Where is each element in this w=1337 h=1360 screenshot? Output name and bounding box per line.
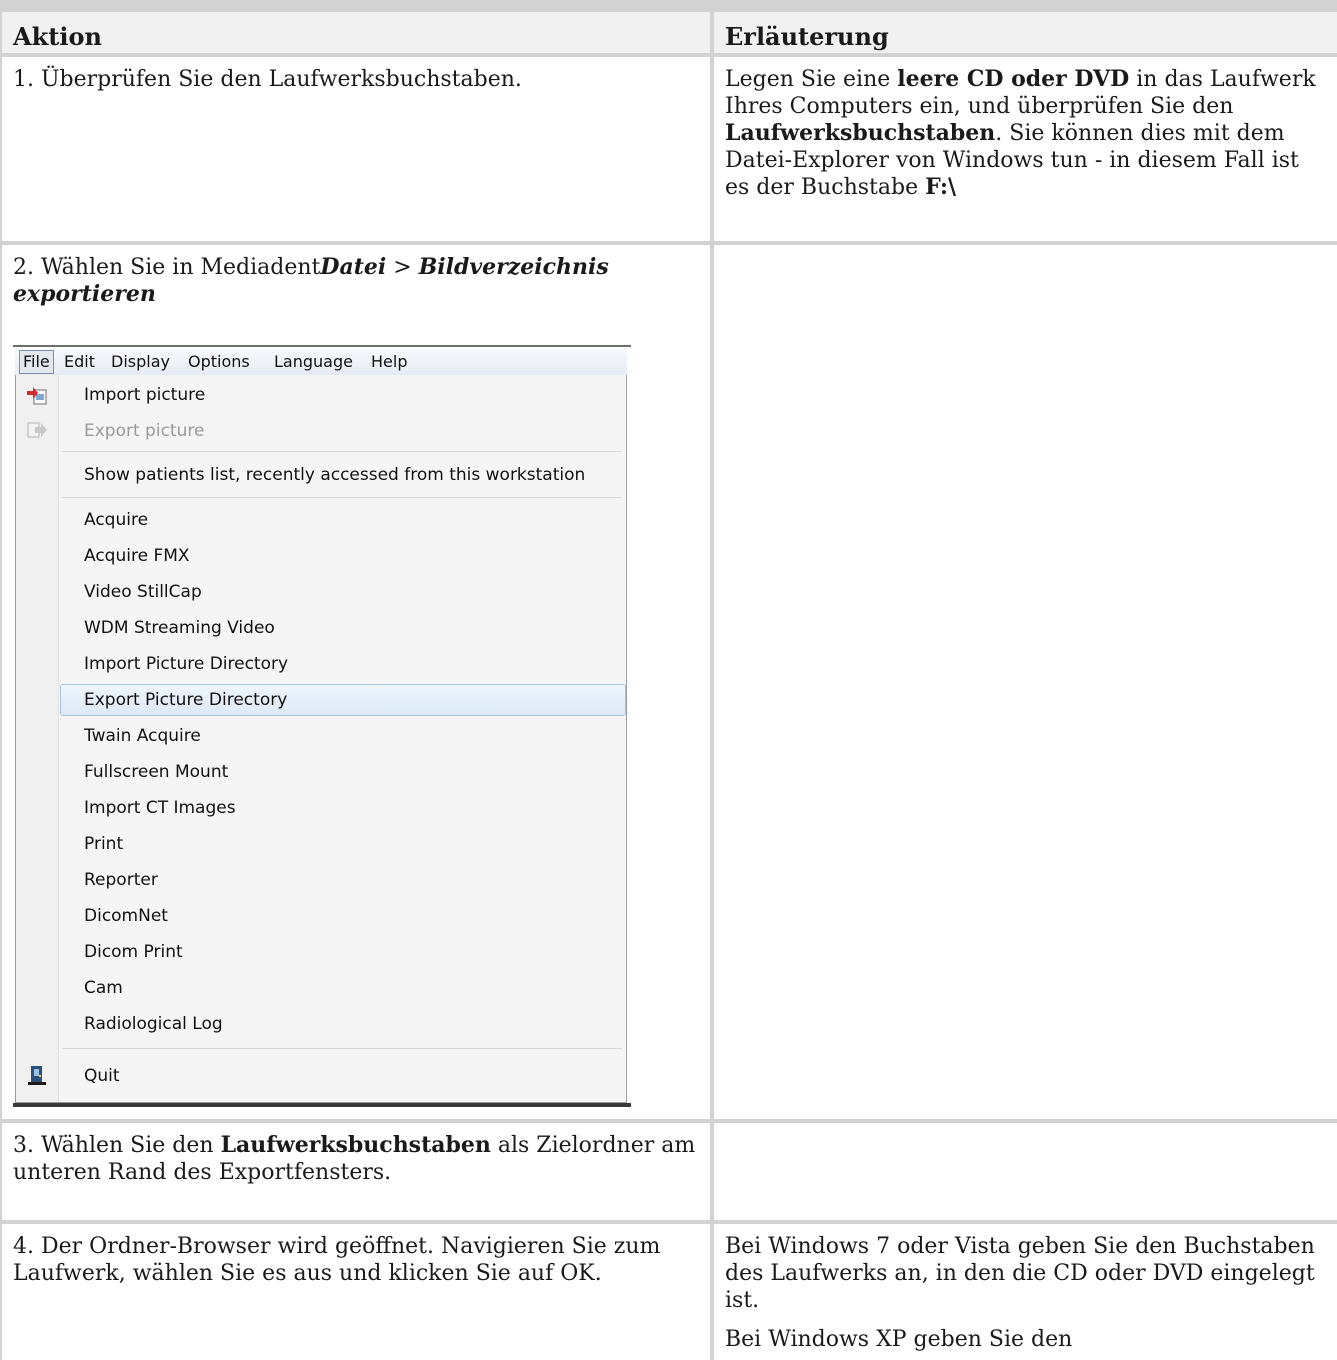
row2-action-cell: 2. Wählen Sie in MediadentDatei > Bildve… xyxy=(2,245,710,1119)
menu-display[interactable]: Display xyxy=(108,349,173,375)
row3-explanation-cell xyxy=(714,1123,1337,1220)
menu-separator xyxy=(62,497,622,498)
menu-item-dicomnet[interactable]: DicomNet xyxy=(84,900,168,932)
screenshot-bottom-border xyxy=(13,1103,631,1107)
menu-item-dicom-print[interactable]: Dicom Print xyxy=(84,936,183,968)
menubar: File Edit Display Options Language Help xyxy=(15,349,627,375)
menu-item-wdm-streaming-video[interactable]: WDM Streaming Video xyxy=(84,612,275,644)
header-label-aktion: Aktion xyxy=(13,22,102,51)
quit-icon xyxy=(28,1066,46,1085)
menu-separator xyxy=(62,1048,622,1049)
column-header-erlaeuterung: Erläuterung xyxy=(714,12,1337,53)
row2-separator: > xyxy=(386,255,419,280)
menu-item-import-picture[interactable]: Import picture xyxy=(84,379,205,411)
file-menu-screenshot: File Edit Display Options Language Help … xyxy=(13,345,631,1107)
column-header-aktion: Aktion xyxy=(2,12,710,53)
row2-explanation-cell xyxy=(714,245,1337,1119)
row3-action-cell: 3. Wählen Sie den Laufwerksbuchstaben al… xyxy=(2,1123,710,1220)
menu-file[interactable]: File xyxy=(19,350,54,374)
menu-edit[interactable]: Edit xyxy=(61,349,98,375)
row2-text: 2. Wählen Sie in Mediadent xyxy=(13,255,321,280)
row4-paragraph-2: Bei Windows XP geben Sie den xyxy=(725,1327,1073,1352)
menu-item-import-picture-directory[interactable]: Import Picture Directory xyxy=(84,648,288,680)
instruction-table: Aktion Erläuterung 1. Überprüfen Sie den… xyxy=(0,0,1337,1360)
menu-item-acquire-fmx[interactable]: Acquire FMX xyxy=(84,540,190,572)
row4-paragraph-1: Bei Windows 7 oder Vista geben Sie den B… xyxy=(725,1234,1315,1313)
row1-explanation-cell: Legen Sie eine leere CD oder DVD in das … xyxy=(714,57,1337,241)
row4-explanation-cell: Bei Windows 7 oder Vista geben Sie den B… xyxy=(714,1224,1337,1360)
menu-item-export-picture-directory[interactable]: Export Picture Directory xyxy=(84,684,287,716)
menu-item-show-patients-list[interactable]: Show patients list, recently accessed fr… xyxy=(84,459,585,491)
file-dropdown: Import picture Export picture Show patie… xyxy=(15,375,627,1103)
export-picture-icon xyxy=(27,422,47,438)
menu-item-fullscreen-mount[interactable]: Fullscreen Mount xyxy=(84,756,228,788)
menu-item-import-ct-images[interactable]: Import CT Images xyxy=(84,792,236,824)
menu-help[interactable]: Help xyxy=(368,349,410,375)
row3-text-1: 3. Wählen Sie den xyxy=(13,1133,221,1158)
menu-item-export-picture: Export picture xyxy=(84,421,205,441)
row2-italic-file: Datei xyxy=(320,254,387,280)
menu-item-twain-acquire[interactable]: Twain Acquire xyxy=(84,720,201,752)
menu-icon-gutter xyxy=(16,375,59,1102)
menu-item-quit[interactable]: Quit xyxy=(84,1060,120,1092)
import-picture-icon xyxy=(27,387,47,405)
row3-bold-drive-letter: Laufwerksbuchstaben xyxy=(220,1132,491,1158)
row1-bold-letter: F:\ xyxy=(925,174,957,200)
row1-bold-drive-letter: Laufwerksbuchstaben xyxy=(725,120,996,146)
menu-language[interactable]: Language xyxy=(271,349,356,375)
menu-item-cam[interactable]: Cam xyxy=(84,972,123,1004)
row1-action-cell: 1. Überprüfen Sie den Laufwerksbuchstabe… xyxy=(2,57,710,241)
menu-item-reporter[interactable]: Reporter xyxy=(84,864,158,896)
menu-options[interactable]: Options xyxy=(185,349,253,375)
row4-action-cell: 4. Der Ordner-Browser wird geöffnet. Nav… xyxy=(2,1224,710,1360)
menu-item-acquire[interactable]: Acquire xyxy=(84,504,148,536)
row4-text: 4. Der Ordner-Browser wird geöffnet. Nav… xyxy=(13,1234,661,1286)
screenshot-top-border xyxy=(13,345,631,347)
row1-text-1: Legen Sie eine xyxy=(725,67,898,92)
row1-bold-media: leere CD oder DVD xyxy=(897,66,1130,92)
menu-item-video-stillcap[interactable]: Video StillCap xyxy=(84,576,202,608)
row1-action-text: 1. Überprüfen Sie den Laufwerksbuchstabe… xyxy=(13,67,522,92)
menu-item-radiological-log[interactable]: Radiological Log xyxy=(84,1008,223,1040)
header-label-erlaeuterung: Erläuterung xyxy=(725,22,889,51)
menu-item-print[interactable]: Print xyxy=(84,828,123,860)
menu-separator xyxy=(62,451,622,452)
